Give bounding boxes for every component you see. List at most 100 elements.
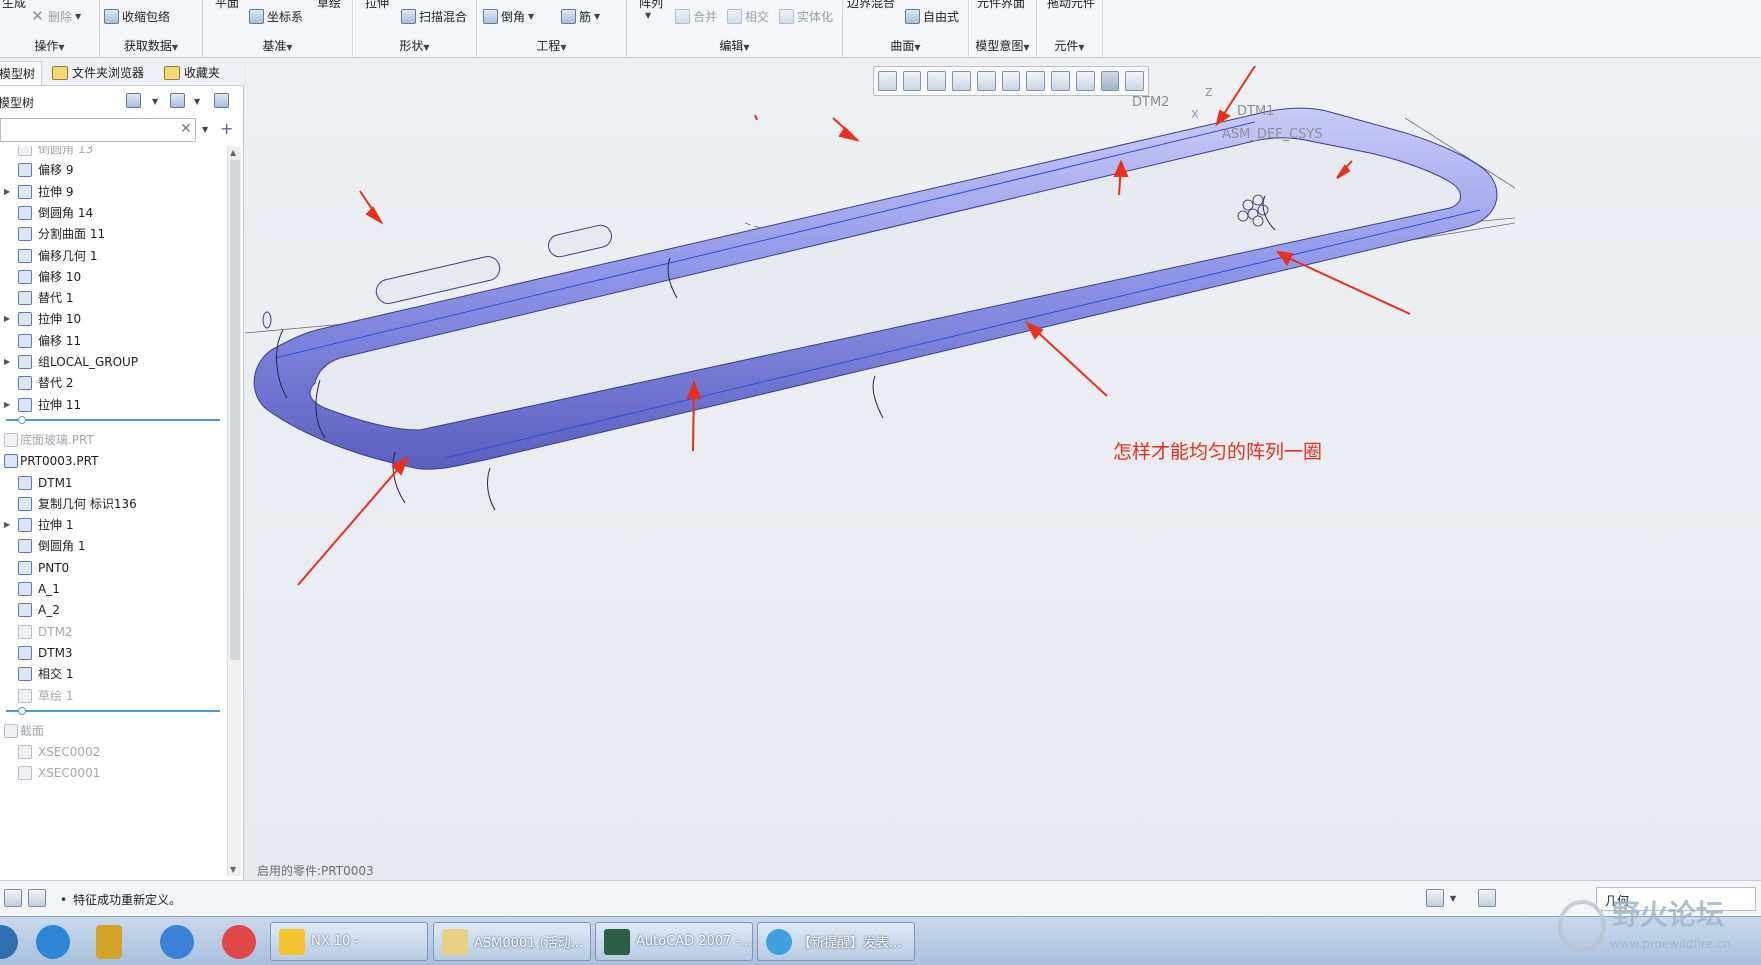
l-app-icon[interactable] bbox=[160, 925, 194, 959]
tree-item[interactable]: A_1 bbox=[0, 578, 226, 600]
tree-item[interactable]: ▶ 组LOCAL_GROUP bbox=[0, 351, 226, 373]
tree-item[interactable]: A_2 bbox=[0, 599, 226, 621]
insert-here-line-part[interactable] bbox=[6, 709, 220, 712]
delete-button[interactable]: ✕ 删除 ▼ bbox=[30, 8, 81, 25]
group-title-editing[interactable]: 编辑▼ bbox=[627, 37, 842, 54]
insert-marker-icon[interactable] bbox=[18, 415, 26, 424]
group-title-datum[interactable]: 基准▼ bbox=[203, 37, 352, 54]
coordinate-system-button[interactable]: 坐标系 bbox=[249, 8, 303, 25]
swept-blend-button[interactable]: 扫描混合 bbox=[401, 8, 467, 25]
settings-icon[interactable] bbox=[126, 93, 141, 108]
tree-item[interactable]: DTM2 bbox=[0, 621, 226, 643]
solidify-button[interactable]: 实体化 bbox=[779, 8, 833, 25]
drag-components-button[interactable]: 拖动元件 bbox=[1047, 0, 1095, 11]
extrude-button[interactable]: 拉伸 bbox=[365, 0, 389, 11]
tree-item[interactable]: PNT0 bbox=[0, 557, 226, 579]
tab-favorites[interactable]: 收藏夹 bbox=[160, 61, 226, 85]
tree-part-item[interactable]: 底面玻璃.PRT bbox=[0, 429, 226, 451]
show-dropdown-icon[interactable]: ▼ bbox=[194, 97, 200, 106]
tree-item-label: 分割曲面 11 bbox=[38, 227, 106, 242]
tree-item[interactable]: 偏移 11 bbox=[0, 330, 226, 352]
tree-item[interactable]: ▶ 拉伸 1 bbox=[0, 514, 226, 536]
merge-button[interactable]: 合并 bbox=[675, 8, 717, 25]
intersect-button[interactable]: 相交 bbox=[727, 8, 769, 25]
freestyle-button[interactable]: 自由式 bbox=[905, 8, 959, 25]
scroll-down-icon[interactable]: ▼ bbox=[230, 865, 236, 874]
expand-arrow-icon[interactable]: ▶ bbox=[4, 181, 10, 203]
taskbar-button-autocad[interactable]: AutoCAD 2007 -... bbox=[595, 922, 753, 961]
taskbar-button-nx[interactable]: NX 10 - bbox=[270, 922, 428, 961]
plane-button[interactable]: 平面 bbox=[215, 0, 239, 11]
expand-arrow-icon[interactable]: ▶ bbox=[4, 514, 10, 536]
pattern-button[interactable]: 阵列 bbox=[639, 0, 663, 11]
tab-model-tree[interactable]: 模型树 bbox=[0, 61, 43, 85]
expand-arrow-icon[interactable]: ▶ bbox=[4, 308, 10, 330]
tree-item[interactable]: 偏移 9 bbox=[0, 159, 226, 181]
group-title-shapes[interactable]: 形状▼ bbox=[353, 37, 476, 54]
scroll-up-icon[interactable]: ▲ bbox=[230, 148, 236, 157]
tree-item[interactable]: DTM3 bbox=[0, 642, 226, 664]
pattern-dropdown[interactable]: ▼ bbox=[645, 11, 651, 20]
tree-item[interactable]: 替代 1 bbox=[0, 287, 226, 309]
graphics-area[interactable]: DTM2 DTM1 ASM_DEF_CSYS Z X 怎样才能均匀的阵列一圈 启… bbox=[245, 58, 1761, 880]
group-title-get-data[interactable]: 获取数据▼ bbox=[100, 37, 202, 54]
selection-icon[interactable] bbox=[1478, 889, 1496, 907]
tree-item[interactable]: ▶ 拉伸 10 bbox=[0, 308, 226, 330]
tree-section-item[interactable]: XSEC0001 bbox=[0, 762, 226, 784]
insert-here-line[interactable] bbox=[6, 418, 220, 421]
tree-search-input[interactable] bbox=[0, 118, 196, 142]
tree-section-item[interactable]: XSEC0002 bbox=[0, 741, 226, 763]
tree-item[interactable]: 偏移几何 1 bbox=[0, 245, 226, 267]
tree-item[interactable]: 草绘 1 bbox=[0, 685, 226, 707]
pen-icon[interactable] bbox=[96, 925, 122, 959]
group-title-component[interactable]: 元件▼ bbox=[1037, 37, 1102, 54]
show-icon[interactable] bbox=[170, 93, 185, 108]
clear-icon[interactable]: ✕ bbox=[180, 121, 192, 137]
tree-item[interactable]: ▶ 拉伸 11 bbox=[0, 394, 226, 416]
filter-icon[interactable] bbox=[214, 93, 229, 108]
rib-button[interactable]: 筋 ▼ bbox=[561, 8, 600, 25]
sketch-button[interactable]: 草绘 bbox=[317, 0, 341, 11]
tree-item[interactable]: 替代 2 bbox=[0, 372, 226, 394]
delete-icon: ✕ bbox=[31, 7, 44, 25]
group-title-operations[interactable]: 操作▼ bbox=[0, 37, 99, 54]
taskbar-button-browser[interactable]: 【新提醒】发表... bbox=[757, 922, 915, 961]
browser-toggle-icon[interactable] bbox=[28, 889, 46, 907]
color-app-icon[interactable] bbox=[222, 925, 256, 959]
tree-scrollbar[interactable]: ▲ ▼ bbox=[227, 146, 241, 876]
find-dropdown-icon[interactable]: ▼ bbox=[1450, 894, 1456, 903]
tree-item[interactable]: 倒圆角 13 bbox=[0, 146, 226, 160]
tree-item[interactable]: DTM1 bbox=[0, 472, 226, 494]
navigator-toggle-icon[interactable] bbox=[4, 889, 22, 907]
tree-item[interactable]: ▶ 拉伸 9 bbox=[0, 181, 226, 203]
tree-item[interactable]: 倒圆角 14 bbox=[0, 202, 226, 224]
expand-arrow-icon[interactable]: ▶ bbox=[4, 394, 10, 416]
taskbar-button-creo[interactable]: ASM0001 (活动... bbox=[433, 922, 591, 961]
add-icon[interactable]: + bbox=[220, 119, 233, 138]
search-dropdown-icon[interactable]: ▼ bbox=[202, 125, 208, 134]
group-title-engineering[interactable]: 工程▼ bbox=[477, 37, 626, 54]
tab-folder-browser[interactable]: 文件夹浏览器 bbox=[48, 61, 150, 85]
scroll-thumb[interactable] bbox=[230, 160, 240, 660]
regenerate-button[interactable]: 生成 bbox=[2, 0, 26, 11]
start-icon[interactable] bbox=[0, 925, 18, 959]
tree-item[interactable]: 倒圆角 1 bbox=[0, 535, 226, 557]
tree-part-item[interactable]: PRT0003.PRT bbox=[0, 450, 226, 472]
boundary-blend-button[interactable]: 边界混合 bbox=[847, 0, 895, 11]
find-icon[interactable] bbox=[1426, 889, 1444, 907]
chamfer-button[interactable]: 倒角 ▼ bbox=[483, 8, 534, 25]
expand-arrow-icon[interactable]: ▶ bbox=[4, 351, 10, 373]
tree-item[interactable]: 分割曲面 11 bbox=[0, 223, 226, 245]
tree-section-item[interactable]: 截面 bbox=[0, 720, 226, 742]
tree-item[interactable]: 复制几何 标识136 bbox=[0, 493, 226, 515]
ie-icon[interactable] bbox=[36, 925, 70, 959]
component-interface-button[interactable]: 元件界面 bbox=[977, 0, 1025, 11]
group-title-model-intent[interactable]: 模型意图▼ bbox=[969, 37, 1036, 54]
group-title-surfaces[interactable]: 曲面▼ bbox=[843, 37, 968, 54]
phone-frame-model[interactable]: DTM2 DTM1 ASM_DEF_CSYS Z X bbox=[245, 58, 1761, 880]
tree-item[interactable]: 偏移 10 bbox=[0, 266, 226, 288]
settings-dropdown-icon[interactable]: ▼ bbox=[152, 97, 158, 106]
shrinkwrap-button[interactable]: 收缩包络 bbox=[104, 8, 170, 25]
tree-item[interactable]: 相交 1 bbox=[0, 663, 226, 685]
insert-marker-icon[interactable] bbox=[18, 706, 26, 715]
